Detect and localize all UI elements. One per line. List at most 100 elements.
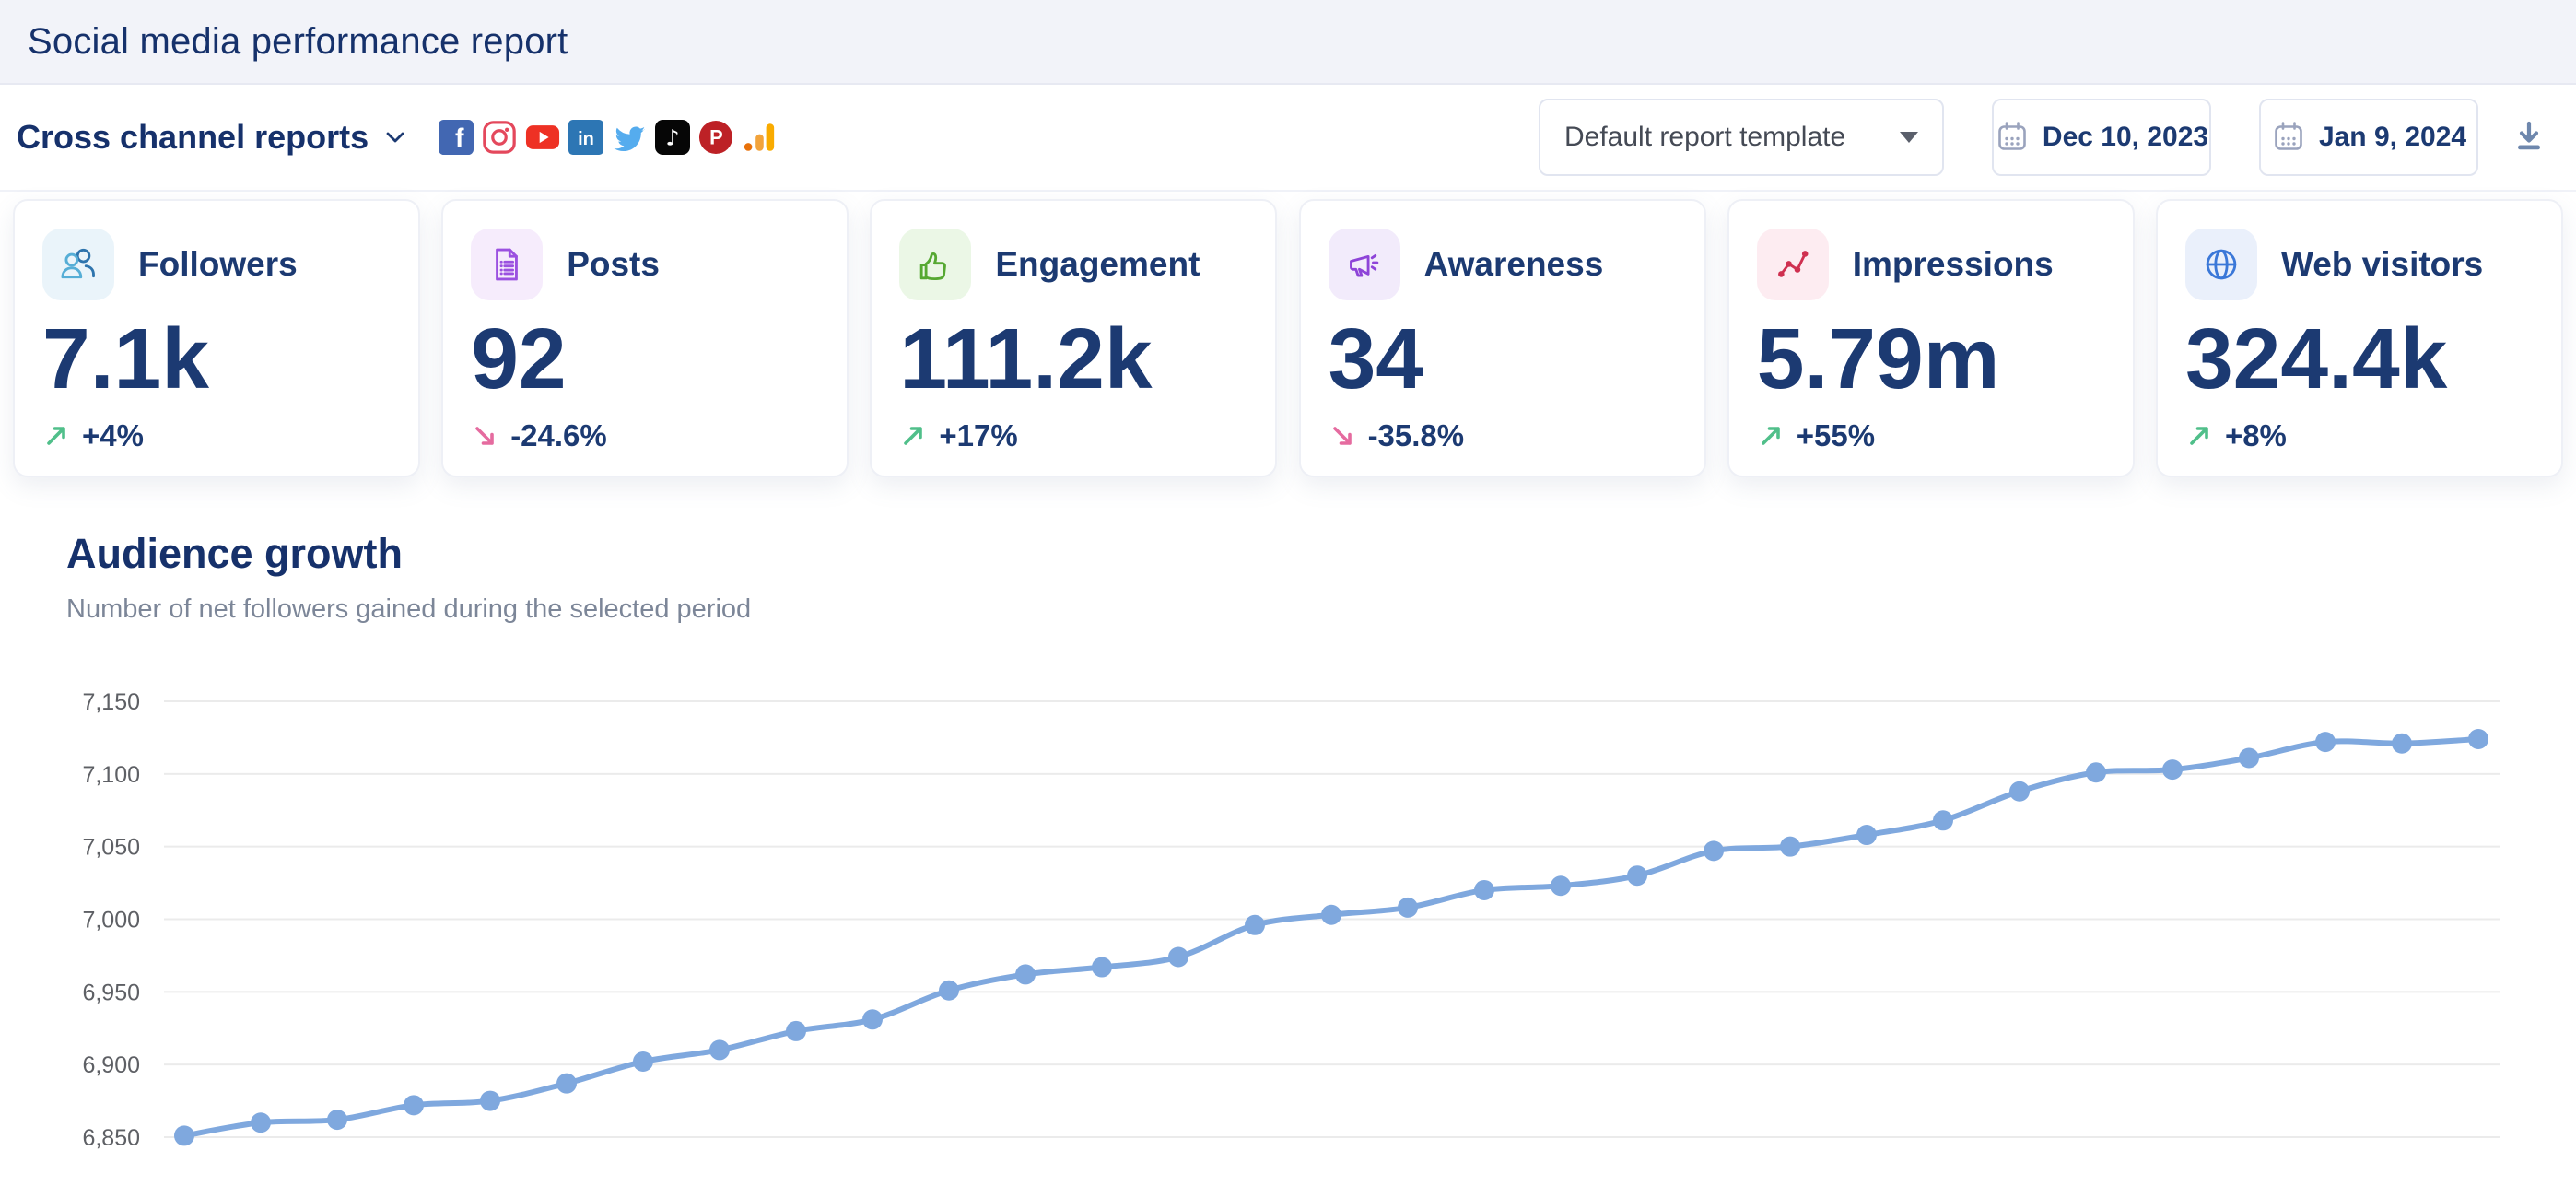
chart-title: Audience growth [66, 530, 403, 578]
data-point[interactable]: Dec 17: 6910 [709, 1039, 730, 1060]
svg-text:in: in [578, 129, 594, 149]
audience-growth-line [184, 739, 2478, 1135]
web-visitors-icon [2185, 229, 2257, 300]
kpi-change-value: +17% [939, 418, 1017, 453]
data-point[interactable]: Jan 9: 7124 [2468, 729, 2488, 749]
data-point[interactable]: Jan 7: 7122 [2315, 732, 2336, 752]
trend-down-icon [471, 422, 498, 450]
data-point[interactable]: Dec 21: 6962 [1015, 964, 1036, 984]
impressions-icon [1757, 229, 1829, 300]
template-select[interactable]: Default report template [1539, 99, 1944, 176]
data-point[interactable]: Dec 11: 6860 [251, 1112, 271, 1133]
y-tick-label: 7,050 [82, 835, 140, 861]
kpi-change: +55% [1757, 418, 1875, 453]
data-point[interactable]: Dec 29: 7030 [1627, 865, 1647, 886]
svg-text:♪: ♪ [666, 125, 680, 151]
kpi-change-value: +4% [82, 418, 144, 453]
svg-text:f: f [455, 123, 464, 153]
page-title: Social media performance report [28, 21, 568, 63]
data-point[interactable]: Dec 31: 7050 [1780, 837, 1800, 857]
kpi-change: -24.6% [471, 418, 607, 453]
data-point[interactable]: Dec 28: 7023 [1551, 875, 1571, 896]
data-point[interactable]: Jan 8: 7121 [2392, 734, 2412, 754]
channel-icons: f in ♪ P [439, 120, 777, 155]
data-point[interactable]: Dec 26: 7008 [1398, 898, 1418, 918]
kpi-card-posts: Posts92 -24.6% [441, 199, 849, 477]
engagement-icon [899, 229, 971, 300]
data-point[interactable]: Dec 14: 6875 [480, 1091, 500, 1111]
data-point[interactable]: Dec 15: 6887 [556, 1074, 577, 1094]
start-date-label: Dec 10, 2023 [2043, 122, 2208, 153]
data-point[interactable]: Jan 3: 7088 [2009, 781, 2030, 802]
data-point[interactable]: Dec 22: 6967 [1092, 957, 1112, 978]
kpi-change-value: +8% [2225, 418, 2287, 453]
report-type-dropdown[interactable]: Cross channel reports [17, 118, 409, 157]
kpi-value: 5.79m [1757, 310, 2000, 408]
trend-up-icon [42, 422, 70, 450]
kpi-change-value: +55% [1797, 418, 1875, 453]
tiktok-icon[interactable]: ♪ [655, 120, 690, 155]
data-point[interactable]: Dec 12: 6862 [327, 1110, 347, 1130]
download-icon [2509, 117, 2549, 158]
data-point[interactable]: Dec 24: 6996 [1245, 915, 1265, 935]
template-select-value: Default report template [1564, 122, 1845, 153]
instagram-icon[interactable] [482, 120, 517, 155]
kpi-change-value: -24.6% [510, 418, 607, 453]
data-point[interactable]: Dec 27: 7020 [1474, 880, 1494, 900]
kpi-card-engagement: Engagement111.2k+17% [870, 199, 1277, 477]
data-point[interactable]: Jan 6: 7111 [2239, 747, 2259, 768]
posts-icon [471, 229, 543, 300]
data-point[interactable]: Dec 25: 7003 [1321, 905, 1341, 925]
data-point[interactable]: Dec 30: 7047 [1704, 840, 1724, 861]
y-tick-label: 6,950 [82, 980, 140, 1005]
kpi-label: Impressions [1853, 229, 2054, 300]
youtube-icon[interactable] [525, 120, 560, 155]
kpi-value: 324.4k [2185, 310, 2447, 408]
y-tick-label: 6,850 [82, 1125, 140, 1151]
awareness-icon [1329, 229, 1400, 300]
y-tick-label: 7,100 [82, 762, 140, 788]
calendar-icon [1995, 119, 2030, 157]
twitter-icon[interactable] [612, 120, 647, 155]
pinterest-icon[interactable]: P [698, 120, 733, 155]
data-point[interactable]: Jan 1: 7058 [1856, 825, 1877, 845]
kpi-card-impressions: Impressions 5.79m +55% [1727, 199, 2135, 477]
audience-growth-chart[interactable]: 6,8506,9006,9507,0007,0507,1007,150Dec 1… [0, 645, 2576, 1181]
caret-down-icon [1900, 132, 1918, 143]
svg-text:P: P [709, 126, 723, 149]
data-point[interactable]: Dec 20: 6951 [939, 981, 959, 1001]
data-point[interactable]: Dec 16: 6902 [633, 1051, 653, 1072]
followers-icon [42, 229, 114, 300]
data-point[interactable]: Dec 19: 6931 [862, 1009, 883, 1029]
start-date-button[interactable]: Dec 10, 2023 [1992, 99, 2211, 176]
google-analytics-icon[interactable] [742, 120, 777, 155]
y-tick-label: 7,000 [82, 908, 140, 934]
line-chart-svg: 6,8506,9006,9507,0007,0507,1007,150Dec 1… [0, 645, 2576, 1181]
kpi-card-web-visitors: Web visitors324.4k+8% [2156, 199, 2563, 477]
data-point[interactable]: Dec 18: 6923 [786, 1021, 806, 1041]
chevron-down-icon [381, 123, 409, 151]
data-point[interactable]: Dec 13: 6872 [404, 1095, 424, 1115]
page-header: Social media performance report [0, 0, 2576, 85]
data-point[interactable]: Jan 5: 7103 [2162, 759, 2183, 780]
kpi-label: Posts [567, 229, 660, 300]
end-date-label: Jan 9, 2024 [2319, 122, 2466, 153]
kpi-value: 7.1k [42, 310, 209, 408]
data-point[interactable]: Jan 2: 7068 [1933, 810, 1953, 830]
kpi-change: +17% [899, 418, 1017, 453]
trend-down-icon [1329, 422, 1356, 450]
calendar-icon [2271, 119, 2306, 157]
data-point[interactable]: Dec 23: 6974 [1168, 946, 1188, 967]
download-button[interactable] [2508, 116, 2550, 159]
kpi-label: Awareness [1424, 229, 1604, 300]
data-point[interactable]: Dec 10: 6851 [174, 1125, 194, 1145]
toolbar: Cross channel reports f in ♪ P Default repo… [0, 85, 2576, 192]
kpi-change-value: -35.8% [1368, 418, 1465, 453]
kpi-value: 111.2k [899, 310, 1152, 408]
linkedin-icon[interactable]: in [568, 120, 603, 155]
kpi-value: 92 [471, 310, 566, 408]
facebook-icon[interactable]: f [439, 120, 474, 155]
end-date-button[interactable]: Jan 9, 2024 [2259, 99, 2478, 176]
kpi-value: 34 [1329, 310, 1423, 408]
data-point[interactable]: Jan 4: 7101 [2086, 762, 2106, 782]
